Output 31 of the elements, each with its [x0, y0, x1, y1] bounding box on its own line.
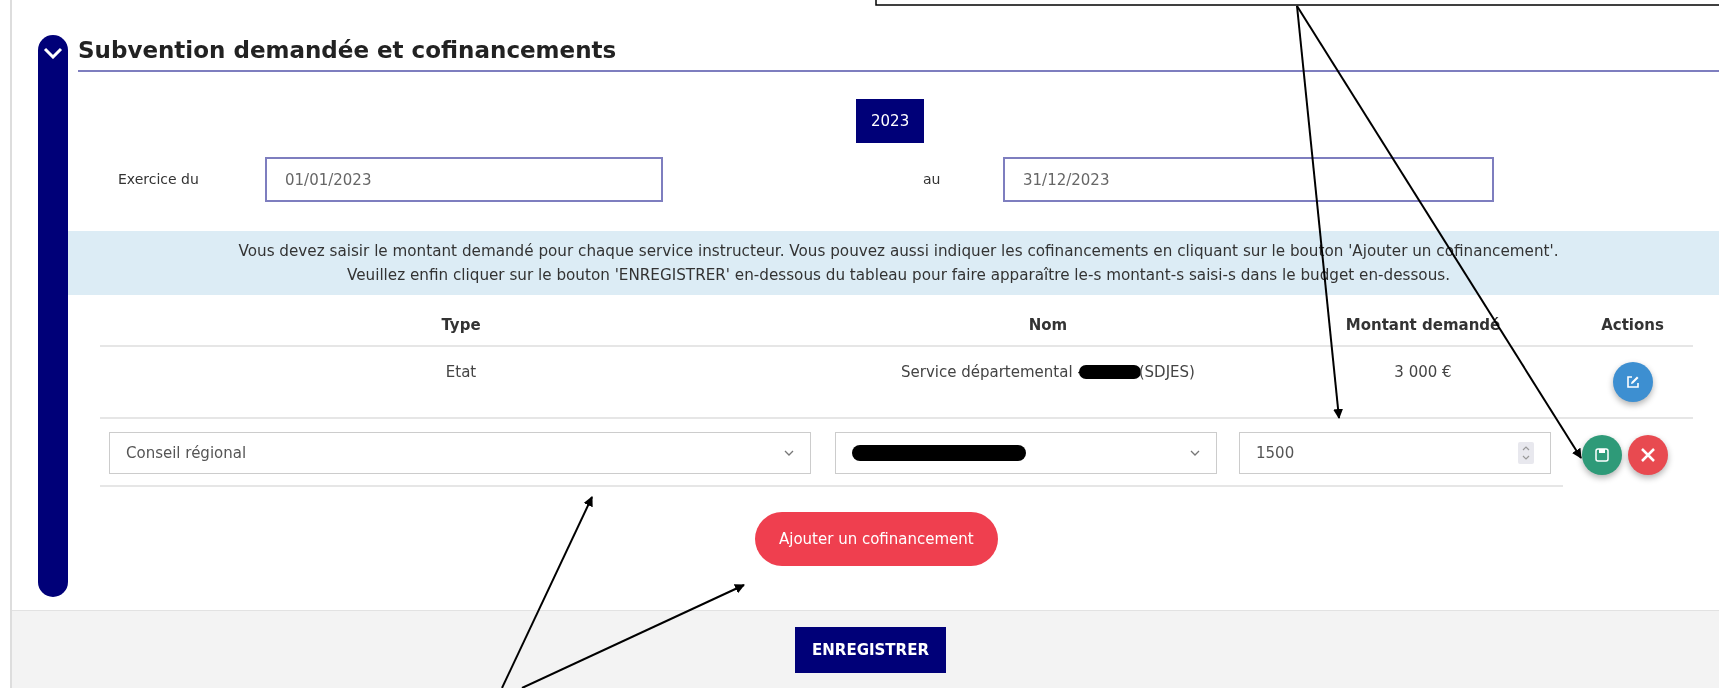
close-button[interactable]	[1628, 434, 1668, 475]
edit-icon	[1624, 374, 1641, 390]
table-cell-text: (SDJES)	[1138, 361, 1195, 383]
column-header: Type	[441, 314, 481, 336]
redaction-mark	[1078, 365, 1141, 379]
save-row-button[interactable]	[1582, 434, 1622, 475]
field-value: 1500	[1256, 442, 1295, 464]
caret-icon	[784, 450, 794, 456]
name-select[interactable]	[835, 432, 1217, 474]
spinner-icon	[1518, 442, 1534, 464]
column-header: Nom	[1028, 314, 1068, 336]
field-label: au	[923, 170, 942, 189]
date-field[interactable]: 01/01/2023	[265, 157, 663, 202]
column-header: Actions	[1601, 314, 1664, 336]
caret-icon	[1190, 450, 1200, 456]
chevron-icon[interactable]	[43, 47, 63, 59]
table-cell-text: 3 000 €	[1394, 361, 1452, 383]
edit-button[interactable]	[1612, 362, 1653, 402]
add-cofinancing-button[interactable]: Ajouter un cofinancement	[755, 512, 998, 566]
floppy-icon	[1595, 447, 1609, 462]
close-icon	[1640, 446, 1656, 463]
section-title: Subvention demandée et cofinancements	[78, 36, 618, 64]
table-cell-text: Etat	[445, 361, 477, 383]
year-tab[interactable]: 2023	[856, 99, 925, 143]
amount-field[interactable]: 1500	[1239, 432, 1551, 474]
table-cell-text: Service départemental -	[901, 361, 1083, 383]
field-label: Exercice du	[118, 170, 200, 189]
type-select[interactable]: Conseil régional	[109, 432, 811, 474]
date-field[interactable]: 31/12/2023	[1003, 157, 1494, 202]
select-value: Conseil régional	[126, 442, 247, 464]
save-button[interactable]: ENREGISTRER	[795, 627, 946, 673]
